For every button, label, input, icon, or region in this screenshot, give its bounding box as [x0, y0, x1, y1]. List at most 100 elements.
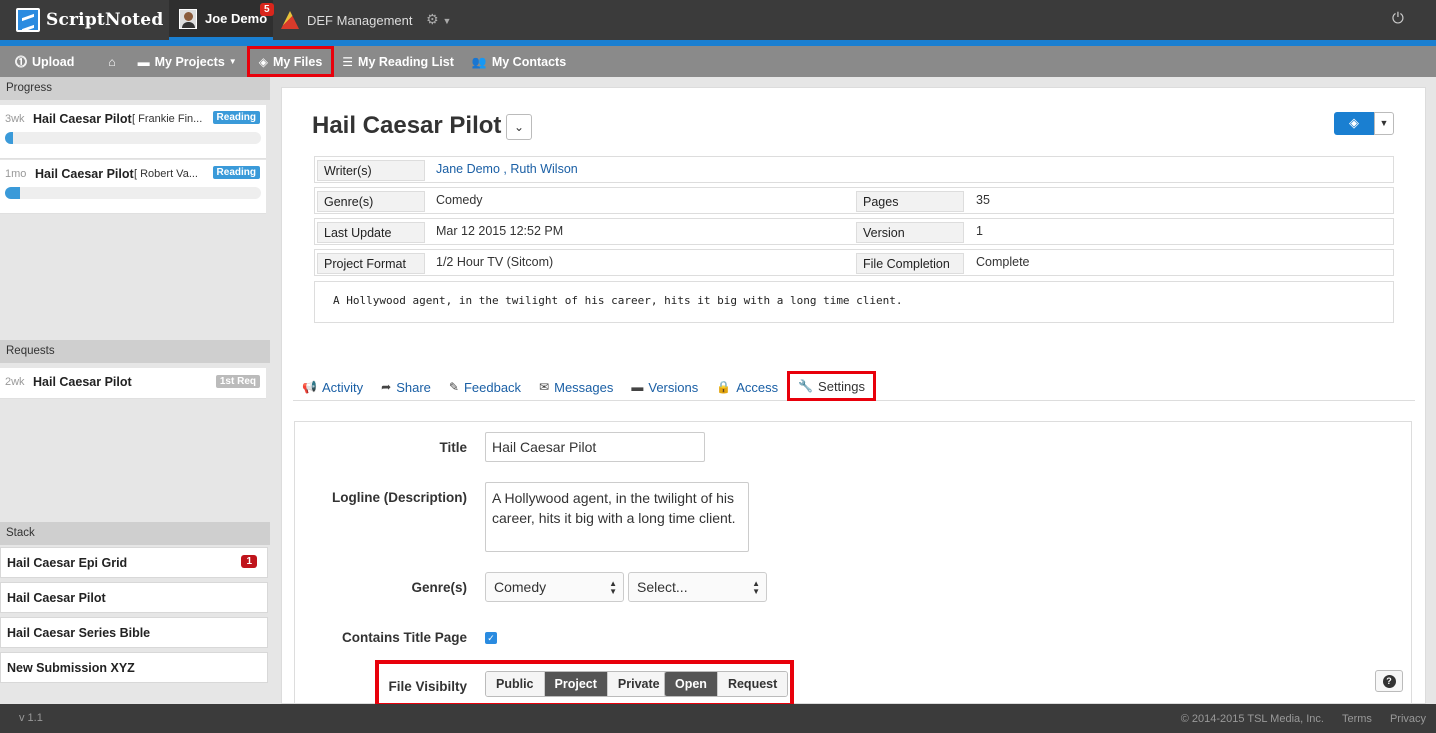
tab-label: Versions [648, 379, 699, 395]
wrench-icon: 🔧 [798, 379, 814, 393]
upload-button[interactable]: ⓵ Upload [0, 46, 82, 77]
user-menu-tab[interactable]: Joe Demo 5 [169, 0, 274, 40]
writer-link[interactable]: Ruth Wilson [510, 162, 577, 176]
tab-label: Access [736, 379, 779, 395]
footer: v 1.1 © 2014-2015 TSL Media, Inc. Terms … [0, 704, 1436, 733]
project-tabs: 📢 Activity ➦ Share ✎ Feedback ✉ Messages ▬ Ve… [293, 371, 1415, 401]
layers-action-button[interactable]: ◈ [1334, 112, 1374, 135]
genre-select[interactable]: Comedy ▲ ▼ [485, 572, 624, 602]
version-label: Version [856, 222, 964, 243]
progress-reader: [ Robert Va... [134, 168, 198, 180]
notification-badge[interactable]: 5 [260, 3, 274, 16]
my-files-link[interactable]: ◈ My Files [246, 46, 335, 77]
writer-link[interactable]: Jane Demo [436, 162, 500, 176]
folder-icon: ▬ [137, 54, 150, 69]
tab-label: Messages [554, 379, 614, 395]
my-projects-label: My Projects [154, 54, 225, 69]
format-row: Project Format 1/2 Hour TV (Sitcom) File… [314, 249, 1394, 276]
tab-share[interactable]: ➦ Share [372, 375, 440, 399]
pages-value: 35 [976, 193, 990, 207]
genre-row: Genre(s) Comedy Pages 35 [314, 187, 1394, 214]
app-version: v 1.1 [19, 712, 43, 724]
share-arrow-icon: ➦ [381, 380, 392, 394]
genre2-select[interactable]: Select... ▲ ▼ [628, 572, 767, 602]
terms-link[interactable]: Terms [1342, 713, 1372, 725]
tab-versions[interactable]: ▬ Versions [622, 375, 707, 399]
tab-activity[interactable]: 📢 Activity [293, 375, 372, 399]
tab-settings[interactable]: 🔧 Settings [787, 371, 877, 401]
genre2-select-value: Select... [637, 579, 688, 595]
stack-item[interactable]: New Submission XYZ [0, 652, 268, 683]
progress-reader: [ Frankie Fin... [132, 113, 203, 125]
org-menu-tab[interactable]: DEF Management [281, 11, 413, 29]
title-dropdown-button[interactable]: ⌄ [506, 114, 532, 140]
stack-heading: Stack [0, 522, 270, 545]
stack-item[interactable]: Hail Caesar Epi Grid 1 [0, 547, 268, 578]
lock-icon: 🔒 [716, 380, 732, 394]
home-button[interactable]: ⌂ [100, 46, 123, 77]
my-projects-dropdown[interactable]: ▬ My Projects ▼ [130, 46, 245, 77]
last-update-value: Mar 12 2015 12:52 PM [436, 224, 564, 238]
progress-bar-fill [5, 132, 13, 144]
brand-logo-link[interactable]: ScriptNoted [16, 7, 163, 33]
sub-navbar: ⓵ Upload ⌂ ▬ My Projects ▼ ◈ My Files ☰ … [0, 46, 1436, 77]
tab-label: Feedback [463, 379, 522, 395]
page-title: Hail Caesar Pilot [312, 112, 502, 139]
progress-age: 1mo [5, 168, 27, 180]
scriptnoted-logo-icon [16, 8, 40, 32]
stack-item-title: New Submission XYZ [7, 661, 135, 675]
contacts-icon: 👥 [471, 54, 487, 69]
logline-field-label: Logline (Description) [332, 490, 467, 505]
request-item[interactable]: 2wk Hail Caesar Pilot 1st Req [0, 368, 266, 399]
pencil-icon: ✎ [448, 380, 459, 394]
my-reading-list-label: My Reading List [358, 54, 454, 69]
progress-heading: Progress [0, 77, 270, 100]
title-input[interactable] [485, 432, 705, 462]
format-value: 1/2 Hour TV (Sitcom) [436, 255, 554, 269]
my-files-label: My Files [272, 54, 323, 69]
title-page-checkbox[interactable]: ✓ [485, 632, 497, 644]
last-update-label: Last Update [317, 222, 425, 243]
layers-icon: ◈ [1349, 115, 1359, 130]
stack-item-title: Hail Caesar Series Bible [7, 626, 151, 640]
privacy-link[interactable]: Privacy [1390, 713, 1426, 725]
tab-access[interactable]: 🔒 Access [707, 375, 787, 399]
copyright-text: © 2014-2015 TSL Media, Inc. [1180, 713, 1324, 725]
progress-title: Hail Caesar Pilot [35, 167, 134, 181]
stack-item-title: Hail Caesar Pilot [7, 591, 106, 605]
stack-item[interactable]: Hail Caesar Pilot [0, 582, 268, 613]
tab-feedback[interactable]: ✎ Feedback [440, 375, 530, 399]
progress-item[interactable]: 3wk Hail Caesar Pilot [ Frankie Fin... R… [0, 105, 266, 159]
progress-bar [5, 187, 261, 199]
logline-textarea[interactable]: A Hollywood agent, in the twilight of hi… [485, 482, 749, 552]
chevron-down-icon: ⌄ [513, 120, 525, 134]
genre-label: Genre(s) [317, 191, 425, 212]
title-page-label: Contains Title Page [341, 630, 467, 645]
genre-select-value: Comedy [494, 579, 547, 595]
caret-down-icon: ▼ [1379, 118, 1389, 128]
upload-icon: ⓵ [15, 55, 28, 69]
stack-item[interactable]: Hail Caesar Series Bible [0, 617, 268, 648]
format-label: Project Format [317, 253, 425, 274]
progress-age: 3wk [5, 113, 25, 125]
power-logout-icon[interactable]: ⏻ [1392, 10, 1404, 27]
my-contacts-link[interactable]: 👥 My Contacts [464, 46, 574, 77]
progress-bar [5, 132, 261, 144]
progress-item[interactable]: 1mo Hail Caesar Pilot [ Robert Va... Rea… [0, 160, 266, 214]
settings-gear-icon[interactable]: ⚙ ▼ [426, 11, 451, 28]
folder-open-icon: ▬ [631, 380, 644, 394]
my-reading-list-link[interactable]: ☰ My Reading List [334, 46, 462, 77]
tab-label: Activity [321, 379, 364, 395]
upload-label: Upload [32, 54, 75, 69]
writer-separator: , [499, 162, 511, 176]
avatar [179, 8, 197, 29]
status-badge: Reading [212, 111, 260, 124]
genre-field-label: Genre(s) [411, 580, 467, 595]
action-dropdown-toggle[interactable]: ▼ [1374, 112, 1394, 135]
genre-value: Comedy [436, 193, 483, 207]
brand-name: ScriptNoted [46, 10, 164, 30]
org-name: DEF Management [307, 12, 413, 28]
help-button[interactable]: ? [1375, 670, 1403, 692]
tab-messages[interactable]: ✉ Messages [530, 375, 622, 399]
request-title: Hail Caesar Pilot [33, 375, 132, 389]
